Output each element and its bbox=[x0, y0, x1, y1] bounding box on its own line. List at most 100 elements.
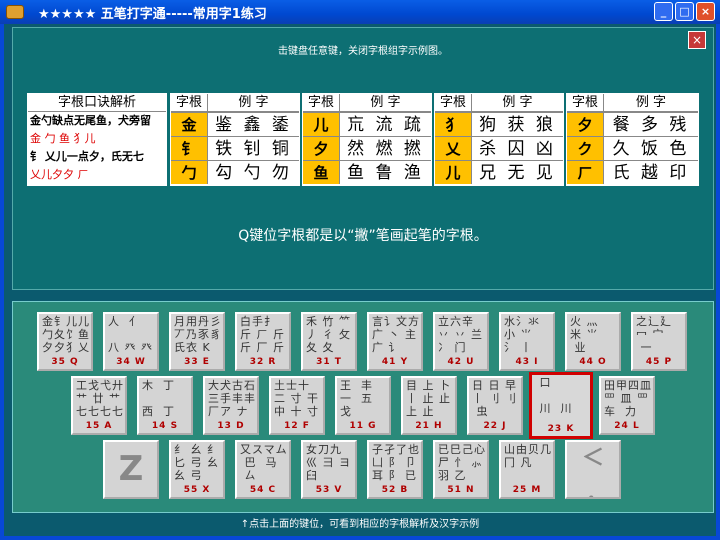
key-radicals: 山由贝几 冂 凡 bbox=[504, 443, 552, 469]
key-code: 55 X bbox=[183, 485, 211, 495]
key-comma[interactable]: ＜ ， bbox=[565, 440, 621, 499]
key-code: 34 W bbox=[116, 357, 146, 367]
key-i[interactable]: 水氵氺 小 ⺌ 氵 丨 43 I bbox=[499, 312, 555, 371]
key-radicals: 言讠文方 广 丶 主 广 讠 bbox=[372, 315, 420, 354]
key-g[interactable]: 王 丰 一 五 戈 11 G bbox=[335, 376, 391, 435]
key-radicals: 纟 幺 纟 匕 弓 幺 幺 弓 bbox=[174, 443, 219, 482]
radical-cell: 乂 bbox=[435, 137, 472, 160]
example-table: 字根 例 字儿巟 流 疏夕然 燃 撚鱼鱼 鲁 渔 bbox=[302, 93, 432, 186]
key-code: 41 Y bbox=[381, 357, 409, 367]
key-n[interactable]: 已巳己心 尸 忄 ⺗ 羽 乙 51 N bbox=[433, 440, 489, 499]
table-row: 勹勾 勺 勿 bbox=[171, 160, 299, 184]
key-j[interactable]: 日 日 早 丨 刂 刂 虫 22 J bbox=[467, 376, 523, 435]
key-y[interactable]: 言讠文方 广 丶 主 广 讠 41 Y bbox=[367, 312, 423, 371]
key-t[interactable]: 禾 竹 ⺮ 丿 彳 攵 夂 夂 31 T bbox=[301, 312, 357, 371]
key-radicals: 水氵氺 小 ⺌ 氵 丨 bbox=[504, 315, 540, 354]
table-row: 夕然 燃 撚 bbox=[303, 136, 431, 160]
key-code: 25 M bbox=[512, 485, 542, 495]
rhyme-analysis: 字根口诀解析 金勺缺点无尾鱼，犬旁留 金 勹 鱼 犭儿 钅 乂儿一点夕，氏无七 … bbox=[27, 93, 167, 186]
radical-cell: ㄏ bbox=[567, 161, 604, 184]
example-chars: 鉴 鑫 鋈 bbox=[208, 113, 299, 136]
key-radicals: 之辶廴 冖 宀 一 bbox=[636, 315, 672, 354]
key-code: 14 S bbox=[151, 421, 179, 431]
key-v[interactable]: 女刀九 巛 彐 ヨ 臼 53 V bbox=[301, 440, 357, 499]
example-chars: 兄 无 见 bbox=[472, 161, 563, 184]
key-x[interactable]: 纟 幺 纟 匕 弓 幺 幺 弓 55 X bbox=[169, 440, 225, 499]
key-code: 21 H bbox=[415, 421, 443, 431]
example-chars: 餐 多 残 bbox=[604, 113, 698, 136]
key-radicals: 王 丰 一 五 戈 bbox=[340, 379, 373, 418]
key-radicals: 月用丹彡 丆乃豕豸 氏衣 K bbox=[174, 315, 222, 354]
key-radicals: 子孑了也 凵 阝 卩 耳 阝 已 bbox=[372, 443, 420, 482]
table-header-examples: 例 字 bbox=[635, 95, 667, 110]
key-code: 54 C bbox=[249, 485, 277, 495]
key-code: 13 D bbox=[217, 421, 245, 431]
table-row: 儿巟 流 疏 bbox=[303, 112, 431, 136]
key-s[interactable]: 木 丁 西 丁 14 S bbox=[137, 376, 193, 435]
key-e[interactable]: 月用丹彡 丆乃豕豸 氏衣 K 33 E bbox=[169, 312, 225, 371]
key-code: 23 K bbox=[547, 424, 575, 434]
key-code: 33 E bbox=[184, 357, 210, 367]
table-row: 乂杀 囚 凶 bbox=[435, 136, 563, 160]
key-a[interactable]: 工戈弋廾 艹 廿 艹 七七七七 15 A bbox=[71, 376, 127, 435]
rhyme-line: 金 勹 鱼 犭儿 bbox=[30, 132, 96, 145]
key-b[interactable]: 子孑了也 凵 阝 卩 耳 阝 已 52 B bbox=[367, 440, 423, 499]
key-z[interactable]: Z bbox=[103, 440, 159, 499]
key-code: 44 O bbox=[579, 357, 607, 367]
maximize-button[interactable]: □ bbox=[675, 2, 694, 21]
key-f[interactable]: 土士十 二 寸 干 中 十 寸 12 F bbox=[269, 376, 325, 435]
key-r[interactable]: 白手扌 斤 ㄏ 斤 斤 厂 斤 32 R bbox=[235, 312, 291, 371]
key-k[interactable]: 口 川 川 23 K bbox=[529, 372, 593, 439]
table-header-radical: 字根 bbox=[567, 94, 604, 111]
key-description: Q键位字根都是以“撇”笔画起笔的字根。 bbox=[238, 228, 488, 244]
example-table: 字根 例 字金鉴 鑫 鋈钅铁 钊 铜勹勾 勺 勿 bbox=[170, 93, 300, 186]
key-p[interactable]: 之辶廴 冖 宀 一 45 P bbox=[631, 312, 687, 371]
key-code: 53 V bbox=[315, 485, 343, 495]
key-radicals: 目 上 卜 丨 止 止 上 止 bbox=[406, 379, 451, 418]
example-chars: 巟 流 疏 bbox=[340, 113, 431, 136]
key-radicals: 女刀九 巛 彐 ヨ 臼 bbox=[306, 443, 351, 482]
key-w[interactable]: 人 亻 八 癶 癶 34 W bbox=[103, 312, 159, 371]
key-l[interactable]: 田甲四皿 罒 皿 罒 车 力 24 L bbox=[599, 376, 655, 435]
key-code: 15 A bbox=[85, 421, 113, 431]
table-header-radical: 字根 bbox=[171, 94, 208, 111]
table-row: 鱼鱼 鲁 渔 bbox=[303, 160, 431, 184]
rhyme-line: 金勺缺点无尾鱼，犬旁留 bbox=[30, 114, 151, 127]
key-code: 45 P bbox=[645, 357, 673, 367]
key-u[interactable]: 立六辛 丷 丷 兰 冫 门 42 U bbox=[433, 312, 489, 371]
key-radicals: 木 丁 西 丁 bbox=[142, 379, 175, 418]
table-row: 儿兄 无 见 bbox=[435, 160, 563, 184]
table-header-radical: 字根 bbox=[303, 94, 340, 111]
table-header-examples: 例 字 bbox=[502, 95, 533, 110]
example-chars: 然 燃 撚 bbox=[340, 137, 431, 160]
example-table: 字根 例 字犭狗 获 狼乂杀 囚 凶儿兄 无 见 bbox=[434, 93, 564, 186]
key-h[interactable]: 目 上 卜 丨 止 止 上 止 21 H bbox=[401, 376, 457, 435]
key-m[interactable]: 山由贝几 冂 凡 25 M bbox=[499, 440, 555, 499]
key-code: 32 R bbox=[249, 357, 277, 367]
radical-cell: 夕 bbox=[303, 137, 340, 160]
minimize-button[interactable]: _ bbox=[654, 2, 673, 21]
close-button[interactable]: × bbox=[696, 2, 715, 21]
radical-cell: 儿 bbox=[435, 161, 472, 184]
key-o[interactable]: 火 灬 米 ⺌ 业 44 O bbox=[565, 312, 621, 371]
table-header-examples: 例 字 bbox=[238, 95, 269, 110]
table-row: ク久 饭 色 bbox=[567, 136, 698, 160]
key-radicals: 田甲四皿 罒 皿 罒 车 力 bbox=[604, 379, 652, 418]
example-table: 字根 例 字夕餐 多 残ク久 饭 色ㄏ氏 越 印 bbox=[566, 93, 699, 186]
key-d[interactable]: 大犬古石 三手丰丰 厂ア ナ 13 D bbox=[203, 376, 259, 435]
key-radicals: 白手扌 斤 ㄏ 斤 斤 厂 斤 bbox=[240, 315, 285, 354]
key-code: 43 I bbox=[515, 357, 539, 367]
key-q[interactable]: 金钅儿儿 勹夂饣鱼 夕夕犭乂 35 Q bbox=[37, 312, 93, 371]
key-code: 11 G bbox=[349, 421, 377, 431]
radical-cell: 儿 bbox=[303, 113, 340, 136]
table-row: 夕餐 多 残 bbox=[567, 112, 698, 136]
key-c[interactable]: 又スマム 巴 马 ㄙ 54 C bbox=[235, 440, 291, 499]
key-code: 35 Q bbox=[51, 357, 79, 367]
status-hint: ↑点击上面的键位，可看到相应的字根解析及汉字示例 bbox=[4, 514, 716, 536]
key-radicals: 口 川 川 bbox=[539, 376, 573, 415]
key-code: 24 L bbox=[614, 421, 640, 431]
table-row: 钅铁 钊 铜 bbox=[171, 136, 299, 160]
example-chars: 杀 囚 凶 bbox=[472, 137, 563, 160]
window-title: ★★★★★ 五笔打字通-----常用字1练习 bbox=[38, 6, 267, 22]
example-chars: 铁 钊 铜 bbox=[208, 137, 299, 160]
